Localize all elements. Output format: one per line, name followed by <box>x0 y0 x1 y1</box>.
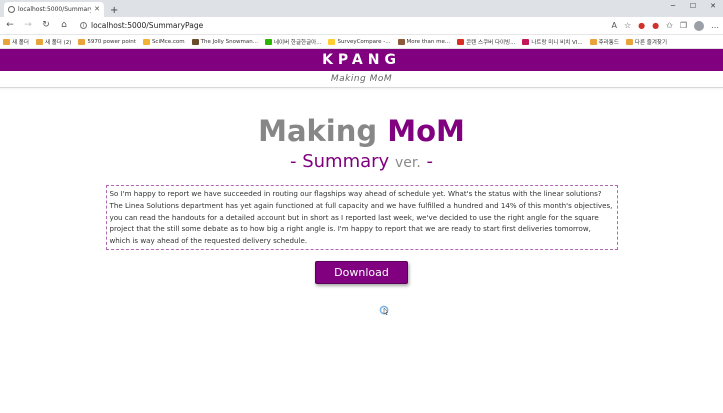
hero-section: Making MoM - Summary ver. - <box>0 115 723 173</box>
bookmark-label: 네이버 한글한글아... <box>273 39 322 46</box>
bookmark-item[interactable]: The Jolly Snowman... <box>191 38 258 45</box>
bookmark-item[interactable]: SciMce.com <box>142 38 185 45</box>
subtitle-dash-left: - <box>289 151 297 172</box>
info-icon[interactable]: i <box>80 22 87 29</box>
tab-title: localhost:5000/SummaryPage <box>18 6 91 13</box>
loading-cursor-icon <box>379 305 389 315</box>
subtitle-summary: Summary <box>302 151 390 172</box>
download-area: Download <box>0 260 723 284</box>
bookmark-folder-icon <box>3 38 10 45</box>
bookmark-label: SurveyCompare -... <box>337 38 391 45</box>
bookmark-folder-icon <box>457 38 465 45</box>
address-bar[interactable]: i localhost:5000/SummaryPage <box>76 19 606 33</box>
new-tab-button[interactable]: + <box>110 6 118 16</box>
bookmark-item[interactable]: 새 폴더 (2) <box>35 38 72 46</box>
browser-tab-bar: localhost:5000/SummaryPage ✕ + ─ ☐ ✕ <box>0 0 723 17</box>
profile-avatar-icon[interactable] <box>694 20 704 31</box>
summary-text-box[interactable]: So I'm happy to report we have succeeded… <box>105 185 618 250</box>
favorite-star-icon[interactable]: ☆ <box>624 21 631 30</box>
bookmark-folder-icon <box>625 38 633 45</box>
bookmarks-bar: 새 폴더 새 폴더 (2) 5970 power point SciMce.com Th… <box>0 35 723 49</box>
subtitle-ver: ver. <box>394 155 421 171</box>
home-icon[interactable]: ⌂ <box>58 21 70 30</box>
bookmark-label: 나트랑 미니 비치 VI... <box>531 39 583 46</box>
download-button[interactable]: Download <box>315 260 408 284</box>
bookmark-folder-icon <box>589 38 597 45</box>
close-tab-icon[interactable]: ✕ <box>94 6 100 13</box>
extension-icon-1[interactable]: ● <box>638 21 645 30</box>
back-icon[interactable]: ← <box>4 21 16 30</box>
site-header: KPANG <box>0 49 723 71</box>
brand-logo[interactable]: KPANG <box>322 52 401 68</box>
address-url[interactable]: localhost:5000/SummaryPage <box>91 21 203 30</box>
bookmark-folder-icon <box>142 38 150 45</box>
bookmark-label: SciMce.com <box>151 38 185 45</box>
bookmark-item[interactable]: 나트랑 미니 비치 VI... <box>522 38 583 46</box>
browser-tab[interactable]: localhost:5000/SummaryPage ✕ <box>4 2 104 17</box>
forward-icon[interactable]: → <box>22 21 34 30</box>
page-title: Making MoM <box>0 115 723 147</box>
bookmark-item[interactable]: 새 폴더 <box>3 38 29 46</box>
site-subtitle-bar: Making MoM <box>0 71 723 88</box>
bookmark-label: 후라통드 <box>598 39 619 46</box>
bookmark-folder-icon <box>264 38 272 45</box>
bookmark-folder-icon <box>35 38 43 45</box>
bookmark-label: 새 폴더 (2) <box>44 39 72 46</box>
window-close-icon[interactable]: ✕ <box>703 0 723 12</box>
bookmark-item[interactable]: 후라통드 <box>589 38 619 46</box>
bookmark-folder-icon <box>78 38 86 45</box>
bookmark-item[interactable]: 네이버 한글한글아... <box>264 38 322 46</box>
bookmark-label: 새 폴더 <box>12 39 29 46</box>
subtitle-dash-right: - <box>426 151 434 172</box>
reload-icon[interactable]: ↻ <box>40 21 52 30</box>
more-menu-icon[interactable]: … <box>711 21 719 30</box>
bookmark-label: The Jolly Snowman... <box>200 38 258 45</box>
bookmark-folder-icon <box>397 38 405 45</box>
bookmark-folder-icon <box>522 38 530 45</box>
bookmark-folder-icon <box>191 38 199 45</box>
toolbar-extensions: A ☆ ● ● ✩ ❐ … <box>612 20 719 31</box>
globe-icon <box>8 6 15 13</box>
browser-toolbar: ← → ↻ ⌂ i localhost:5000/SummaryPage A ☆… <box>0 17 723 35</box>
minimize-icon[interactable]: ─ <box>663 0 683 12</box>
extension-icon-2[interactable]: ● <box>652 21 659 30</box>
bookmark-folder-icon <box>328 38 336 45</box>
bookmark-item[interactable]: SurveyCompare -... <box>328 38 391 45</box>
bookmark-item[interactable]: 5970 power point <box>78 38 136 45</box>
bookmark-label: 다른 즐겨찾기 <box>634 39 668 46</box>
window-controls: ─ ☐ ✕ <box>663 0 723 12</box>
site-subtitle: Making MoM <box>330 74 393 84</box>
collections-icon[interactable]: ❐ <box>680 21 687 30</box>
bookmark-item[interactable]: 다른 즐겨찾기 <box>625 38 668 46</box>
title-making: Making <box>258 114 378 148</box>
bookmark-label: 5970 power point <box>87 38 136 45</box>
bookmark-item[interactable]: More than me... <box>397 38 451 45</box>
bookmark-label: 콘텐 스쿠버 다이빙... <box>466 39 516 46</box>
title-mom: MoM <box>387 114 465 148</box>
maximize-icon[interactable]: ☐ <box>683 0 703 12</box>
favorites-icon[interactable]: ✩ <box>666 21 673 30</box>
bookmark-item[interactable]: 콘텐 스쿠버 다이빙... <box>457 38 515 46</box>
bookmark-label: More than me... <box>406 38 451 45</box>
read-aloud-icon[interactable]: A <box>612 21 617 30</box>
page-subtitle: - Summary ver. - <box>0 152 723 173</box>
